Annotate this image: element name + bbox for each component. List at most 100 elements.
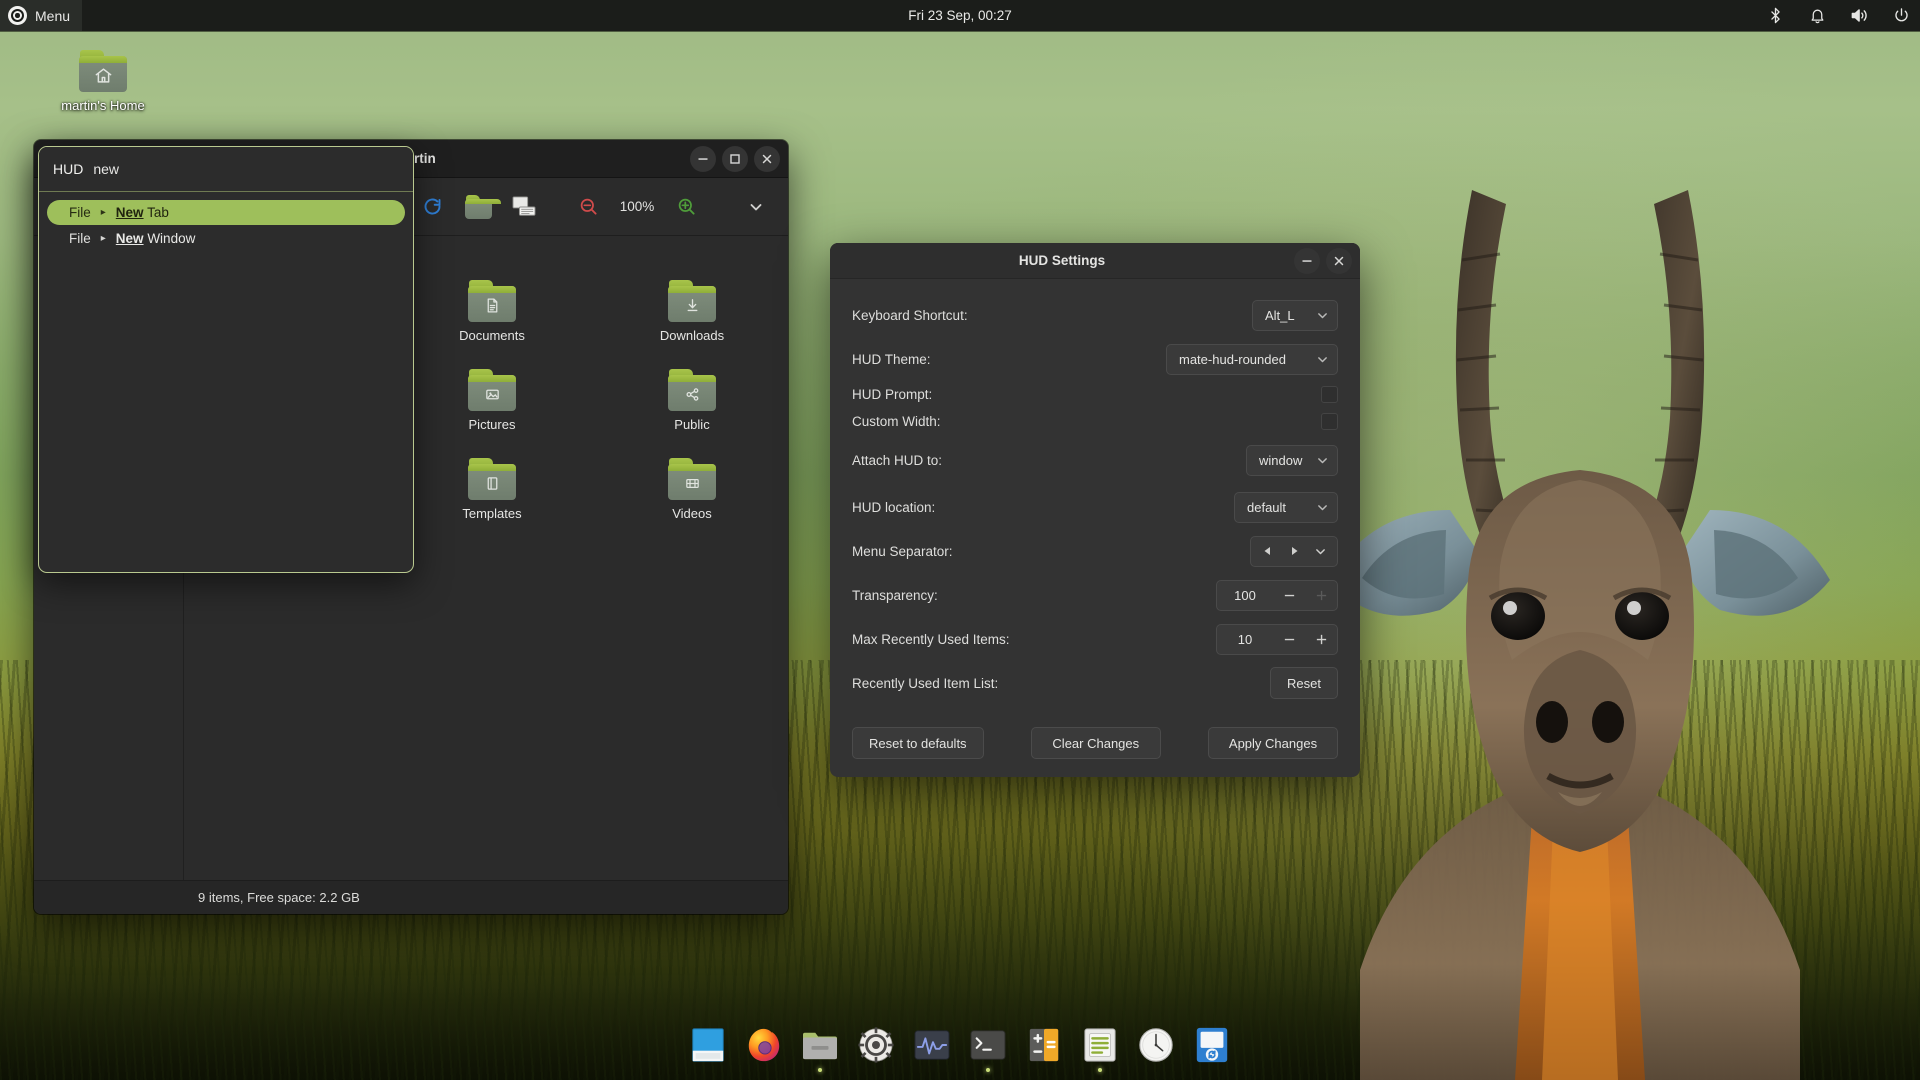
hud-prompt-checkbox[interactable] [1321, 386, 1338, 403]
setting-row-recent-item-list: Recently Used Item List: Reset [852, 661, 1338, 705]
hud-overlay[interactable]: HUD new File ▸ New Tab File ▸ New Window [38, 146, 414, 573]
computer-icon[interactable] [506, 190, 542, 224]
chevron-down-icon[interactable] [1309, 540, 1331, 563]
home-folder-icon[interactable] [460, 190, 501, 224]
keyboard-shortcut-select[interactable]: Alt_L [1252, 299, 1338, 331]
clear-changes-button[interactable]: Clear Changes [1030, 727, 1161, 759]
setting-row-max-recent-items: Max Recently Used Items: 10 [852, 617, 1338, 661]
hud-result-match: New [115, 231, 144, 246]
public-share-folder-icon [668, 369, 716, 411]
reset-to-defaults-button[interactable]: Reset to defaults [852, 727, 984, 759]
download-folder-icon [668, 280, 716, 322]
list-item[interactable]: Videos [592, 454, 788, 525]
running-indicator [986, 1068, 990, 1072]
transparency-spinner[interactable]: 100 [1216, 579, 1338, 611]
hud-settings-form: Keyboard Shortcut: Alt_L HUD Theme: mate… [830, 279, 1360, 705]
max-recent-items-value: 10 [1237, 631, 1253, 647]
triangle-right-icon[interactable] [1283, 540, 1305, 563]
list-item[interactable]: Public [592, 365, 788, 436]
videos-folder-icon [668, 458, 716, 500]
close-icon[interactable] [1326, 247, 1352, 274]
dock-item-calculator[interactable] [1022, 1023, 1066, 1067]
chevron-down-icon [1316, 501, 1329, 514]
zoom-in-icon[interactable] [668, 190, 704, 224]
dock-item-backup[interactable] [1190, 1023, 1234, 1067]
list-item-label: Templates [462, 506, 522, 521]
power-icon[interactable] [1890, 5, 1912, 27]
setting-label: Menu Separator: [852, 543, 953, 559]
zoom-level-label: 100% [619, 199, 655, 214]
dock-item-terminal[interactable] [966, 1023, 1010, 1072]
list-item-label: Documents [459, 328, 525, 343]
reset-recent-list-button[interactable]: Reset [1270, 667, 1338, 699]
desktop-icon-label: martin's Home [61, 98, 145, 113]
select-value: window [1259, 452, 1303, 468]
dock-item-settings[interactable] [854, 1023, 898, 1067]
menu-separator-control[interactable] [1250, 535, 1338, 567]
custom-width-checkbox[interactable] [1321, 413, 1338, 430]
hud-settings-titlebar[interactable]: HUD Settings [830, 243, 1360, 279]
bluetooth-icon[interactable] [1764, 5, 1786, 27]
setting-label: Recently Used Item List: [852, 675, 999, 691]
zoom-out-icon[interactable] [570, 190, 606, 224]
decrement-button[interactable] [1273, 581, 1305, 610]
dock-item-firefox[interactable] [742, 1023, 786, 1067]
home-folder-icon [79, 50, 127, 92]
hud-settings-window[interactable]: HUD Settings Keyboard Shortcut: Alt_L HU… [830, 243, 1360, 777]
desktop-icon-martins-home[interactable]: martin's Home [48, 50, 158, 113]
dock-item-system-monitor[interactable] [910, 1023, 954, 1067]
minimize-icon[interactable] [1294, 247, 1320, 274]
templates-folder-icon [468, 458, 516, 500]
dock-item-files[interactable] [798, 1023, 842, 1072]
hud-location-select[interactable]: default [1234, 491, 1338, 523]
select-value: mate-hud-rounded [1179, 351, 1286, 367]
volume-icon[interactable] [1848, 5, 1870, 27]
setting-row-hud-theme: HUD Theme: mate-hud-rounded [852, 337, 1338, 381]
list-item[interactable]: Pictures [392, 365, 592, 436]
document-folder-icon [468, 280, 516, 322]
setting-label: HUD Prompt: [852, 387, 933, 402]
setting-label: Attach HUD to: [852, 452, 943, 468]
menu-button[interactable]: Menu [0, 0, 83, 31]
hud-settings-title: HUD Settings [1018, 253, 1106, 268]
increment-button[interactable] [1305, 581, 1337, 610]
setting-row-custom-width: Custom Width: [852, 408, 1338, 435]
list-item-label: Videos [672, 506, 712, 521]
increment-button[interactable] [1305, 625, 1337, 654]
attach-hud-to-select[interactable]: window [1246, 444, 1338, 476]
panel-clock: Fri 23 Sep, 00:27 [908, 8, 1012, 23]
decrement-button[interactable] [1273, 625, 1305, 654]
list-item[interactable]: Documents [392, 276, 592, 347]
hud-result-item[interactable]: File ▸ New Window [47, 226, 405, 251]
dock-item-text-editor[interactable] [1078, 1023, 1122, 1072]
setting-row-attach-hud-to: Attach HUD to: window [852, 435, 1338, 485]
reload-icon[interactable] [414, 190, 450, 224]
list-item-label: Pictures [468, 417, 516, 432]
notification-bell-icon[interactable] [1806, 5, 1828, 27]
max-recent-items-spinner[interactable]: 10 [1216, 623, 1338, 655]
hud-result-item[interactable]: File ▸ New Tab [47, 200, 405, 225]
dock-item-clock[interactable] [1134, 1023, 1178, 1067]
setting-label: Keyboard Shortcut: [852, 307, 968, 323]
dock-item-window-switcher[interactable] [686, 1023, 730, 1067]
setting-row-hud-location: HUD location: default [852, 485, 1338, 529]
status-text: 9 items, Free space: 2.2 GB [198, 890, 360, 905]
list-item[interactable]: Downloads [592, 276, 788, 347]
select-value: Alt_L [1265, 307, 1295, 323]
hud-theme-select[interactable]: mate-hud-rounded [1166, 343, 1338, 375]
close-icon[interactable] [754, 145, 780, 172]
hud-settings-window-controls [1294, 247, 1360, 274]
chevron-down-icon[interactable] [738, 190, 774, 224]
setting-label: HUD location: [852, 499, 936, 515]
hud-results-list: File ▸ New Tab File ▸ New Window [39, 192, 413, 251]
setting-label: Transparency: [852, 587, 938, 603]
minimize-icon[interactable] [690, 145, 716, 172]
ubuntu-logo-icon [8, 6, 27, 25]
maximize-icon[interactable] [722, 145, 748, 172]
apply-changes-button[interactable]: Apply Changes [1208, 727, 1338, 759]
triangle-left-icon[interactable] [1257, 540, 1279, 563]
list-item[interactable]: Templates [392, 454, 592, 525]
setting-label: HUD Theme: [852, 351, 931, 367]
hud-search-input[interactable]: HUD new [39, 147, 413, 192]
hud-settings-action-bar: Reset to defaults Clear Changes Apply Ch… [852, 727, 1338, 759]
